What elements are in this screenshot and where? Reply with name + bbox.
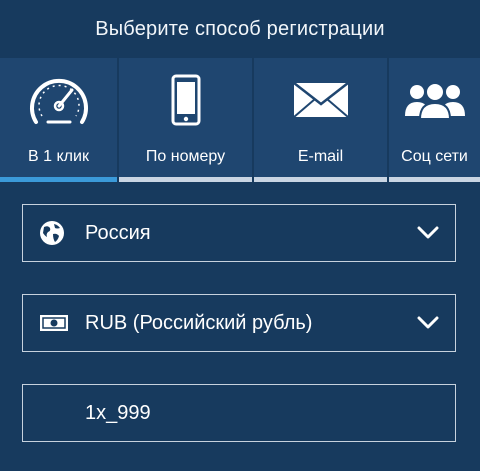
chevron-down-icon xyxy=(417,295,439,351)
smartphone-icon xyxy=(119,70,252,130)
country-value: Россия xyxy=(85,221,151,244)
tab-email[interactable]: E-mail xyxy=(252,58,387,182)
tab-indicator xyxy=(389,177,480,182)
tab-social[interactable]: Соц сети xyxy=(387,58,480,182)
speedometer-icon xyxy=(0,70,117,130)
tab-by-phone[interactable]: По номеру xyxy=(117,58,252,182)
tab-social-label: Соц сети xyxy=(401,148,468,165)
tab-indicator xyxy=(0,177,117,182)
promo-code-input[interactable]: 1x_999 xyxy=(22,384,456,442)
tab-by-phone-label: По номеру xyxy=(145,148,226,165)
globe-icon xyxy=(39,205,65,261)
registration-method-tabs: В 1 клик По номеру E-mail Соц сети xyxy=(0,58,480,182)
envelope-icon xyxy=(254,70,387,130)
chevron-down-icon xyxy=(417,205,439,261)
tab-one-click[interactable]: В 1 клик xyxy=(0,58,117,182)
tab-indicator xyxy=(119,177,252,182)
promo-code-value: 1x_999 xyxy=(85,401,151,424)
tab-one-click-label: В 1 клик xyxy=(28,148,89,165)
currency-value: RUB (Российский рубль) xyxy=(85,311,313,334)
tab-email-label: E-mail xyxy=(297,148,344,165)
people-group-icon xyxy=(389,70,480,130)
banknote-icon xyxy=(39,295,69,351)
page-title: Выберите способ регистрации xyxy=(95,17,385,40)
country-select[interactable]: Россия xyxy=(22,204,456,262)
tab-indicator xyxy=(254,177,387,182)
currency-select[interactable]: RUB (Российский рубль) xyxy=(22,294,456,352)
